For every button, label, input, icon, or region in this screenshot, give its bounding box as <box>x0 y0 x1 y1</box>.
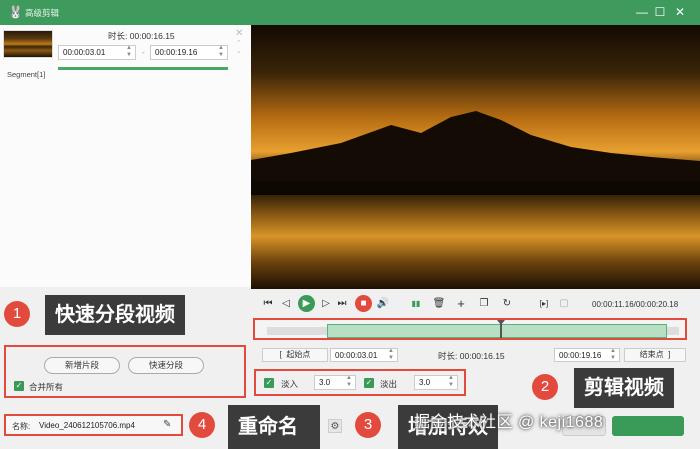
output-name-label: 名称: <box>12 422 31 431</box>
fade-out-label: 淡出 <box>380 379 398 389</box>
spin-arrows-icon[interactable]: ▲ ▼ <box>346 375 352 389</box>
export-button[interactable] <box>612 416 684 436</box>
fade-controls: ✓ 淡入 3.0 ▲ ▼ ✓ 淡出 3.0 ▲ ▼ <box>254 369 466 396</box>
advanced-editor-window: { "window": {"logo": "🐰", "title": "高级剪辑… <box>0 0 700 449</box>
fade-out-checkbox[interactable]: ✓ <box>364 378 374 388</box>
output-name-field[interactable]: 名称: Video_240612105706.mp4 ✎ <box>4 414 183 436</box>
fade-in-label: 淡入 <box>281 379 299 389</box>
trim-duration: 时长: 00:00:16.15 <box>438 351 505 361</box>
quick-split-button[interactable]: 快速分段 <box>128 357 204 374</box>
set-start-button[interactable]: [ 起始点 <box>262 348 328 362</box>
fade-out-field[interactable]: 3.0 ▲ ▼ <box>414 375 458 390</box>
video-preview[interactable] <box>251 25 700 289</box>
spin-arrows-icon[interactable]: ▲ ▼ <box>448 375 454 389</box>
playback-timecode: 00:00:11.16/00:00:20.18 <box>592 300 679 309</box>
delete-icon[interactable]: 🗑 <box>432 297 446 311</box>
timeline-playhead[interactable] <box>497 320 505 338</box>
copy-icon[interactable]: ❐ <box>477 297 491 311</box>
next-frame-icon[interactable]: ▷ <box>319 297 333 311</box>
annotation-badge-1: 1 <box>4 301 30 327</box>
split-icon[interactable]: ▮▮ <box>409 297 423 311</box>
playback-controls: ⏮ ◁ ▶ ▷ ⏭ ■ 🔊 ▮▮ 🗑 + ❐ ↻ [▸] ▢ 00:00:11.… <box>251 289 700 319</box>
play-button[interactable]: ▶ <box>298 295 315 312</box>
spin-arrows-icon[interactable]: ▲ ▼ <box>388 348 394 362</box>
timeline-selection[interactable] <box>327 324 667 338</box>
stop-button[interactable]: ■ <box>355 295 372 312</box>
segment-list: 时长: 00:00:16.15 00:00:03.01 ▲ ▼ - 00:00:19… <box>0 25 251 287</box>
trim-start-field[interactable]: 00:00:03.01 ▲ ▼ <box>330 348 398 362</box>
segment-progress-bar <box>58 67 228 70</box>
settings-gear-icon[interactable]: ⚙ <box>328 419 342 433</box>
snapshot-icon[interactable]: ▢ <box>557 297 571 311</box>
volume-icon[interactable]: 🔊 <box>376 297 390 311</box>
prev-frame-icon[interactable]: ◁ <box>279 297 293 311</box>
watermark: 掘金技术社区 @ keji1688 <box>414 414 604 431</box>
to-end-icon[interactable]: ⏭ <box>335 297 349 311</box>
range-dash: - <box>142 48 145 57</box>
video-frame <box>251 25 700 289</box>
trim-end-field[interactable]: 00:00:19.16 ▲ ▼ <box>554 348 620 362</box>
reset-icon[interactable]: ↻ <box>500 297 514 311</box>
spin-arrows-icon[interactable]: ▲ ▼ <box>126 45 132 59</box>
merge-all-checkbox[interactable]: ✓ <box>14 381 24 391</box>
segment-label: Segment[1] <box>7 70 46 79</box>
spin-arrows-icon[interactable]: ▲ ▼ <box>610 348 616 362</box>
segment-start-field[interactable]: 00:00:03.01 ▲ ▼ <box>58 45 136 60</box>
segment-duration: 时长: 00:00:16.15 <box>108 31 175 41</box>
annotation-badge-2: 2 <box>532 374 558 400</box>
annotation-callout-4: 重命名 <box>228 405 320 449</box>
timeline[interactable] <box>253 318 687 340</box>
segment-item[interactable]: 时长: 00:00:16.15 00:00:03.01 ▲ ▼ - 00:00:19… <box>0 25 251 70</box>
segment-end-field[interactable]: 00:00:19.16 ▲ ▼ <box>150 45 228 60</box>
minimize-button[interactable]: — <box>634 4 650 20</box>
title-bar: 🐰 高级剪辑 — ☐ ✕ <box>0 0 700 25</box>
to-start-icon[interactable]: ⏮ <box>261 297 275 311</box>
output-name-value[interactable]: Video_240612105706.mp4 <box>39 421 135 430</box>
annotation-badge-4: 4 <box>189 412 215 438</box>
add-icon[interactable]: + <box>454 297 468 311</box>
merge-all-label: 合并所有 <box>29 382 64 392</box>
segment-reorder-icon[interactable]: ⌃ ⌄ <box>236 40 242 56</box>
segment-thumbnail <box>3 30 53 58</box>
set-end-button[interactable]: 结束点 ] <box>624 348 686 362</box>
spin-arrows-icon[interactable]: ▲ ▼ <box>218 45 224 59</box>
annotation-callout-2: 剪辑视频 <box>574 368 674 408</box>
fade-in-checkbox[interactable]: ✓ <box>264 378 274 388</box>
mark-bracket-icon[interactable]: [▸] <box>535 297 553 311</box>
close-button[interactable]: ✕ <box>672 4 688 20</box>
app-logo-icon: 🐰 <box>8 5 23 19</box>
segment-close-icon[interactable]: ✕ <box>235 28 243 39</box>
window-title: 高级剪辑 <box>25 8 60 18</box>
segment-actions: 新增片段 快速分段 ✓ 合并所有 <box>4 345 246 398</box>
rename-pencil-icon[interactable]: ✎ <box>163 419 171 430</box>
fade-in-field[interactable]: 3.0 ▲ ▼ <box>314 375 356 390</box>
annotation-callout-1: 快速分段视频 <box>45 295 185 335</box>
maximize-button[interactable]: ☐ <box>652 4 668 20</box>
trim-row: [ 起始点 00:00:03.01 ▲ ▼ 时长: 00:00:16.15 00:0… <box>262 347 690 363</box>
annotation-badge-3: 3 <box>355 412 381 438</box>
new-segment-button[interactable]: 新增片段 <box>44 357 120 374</box>
